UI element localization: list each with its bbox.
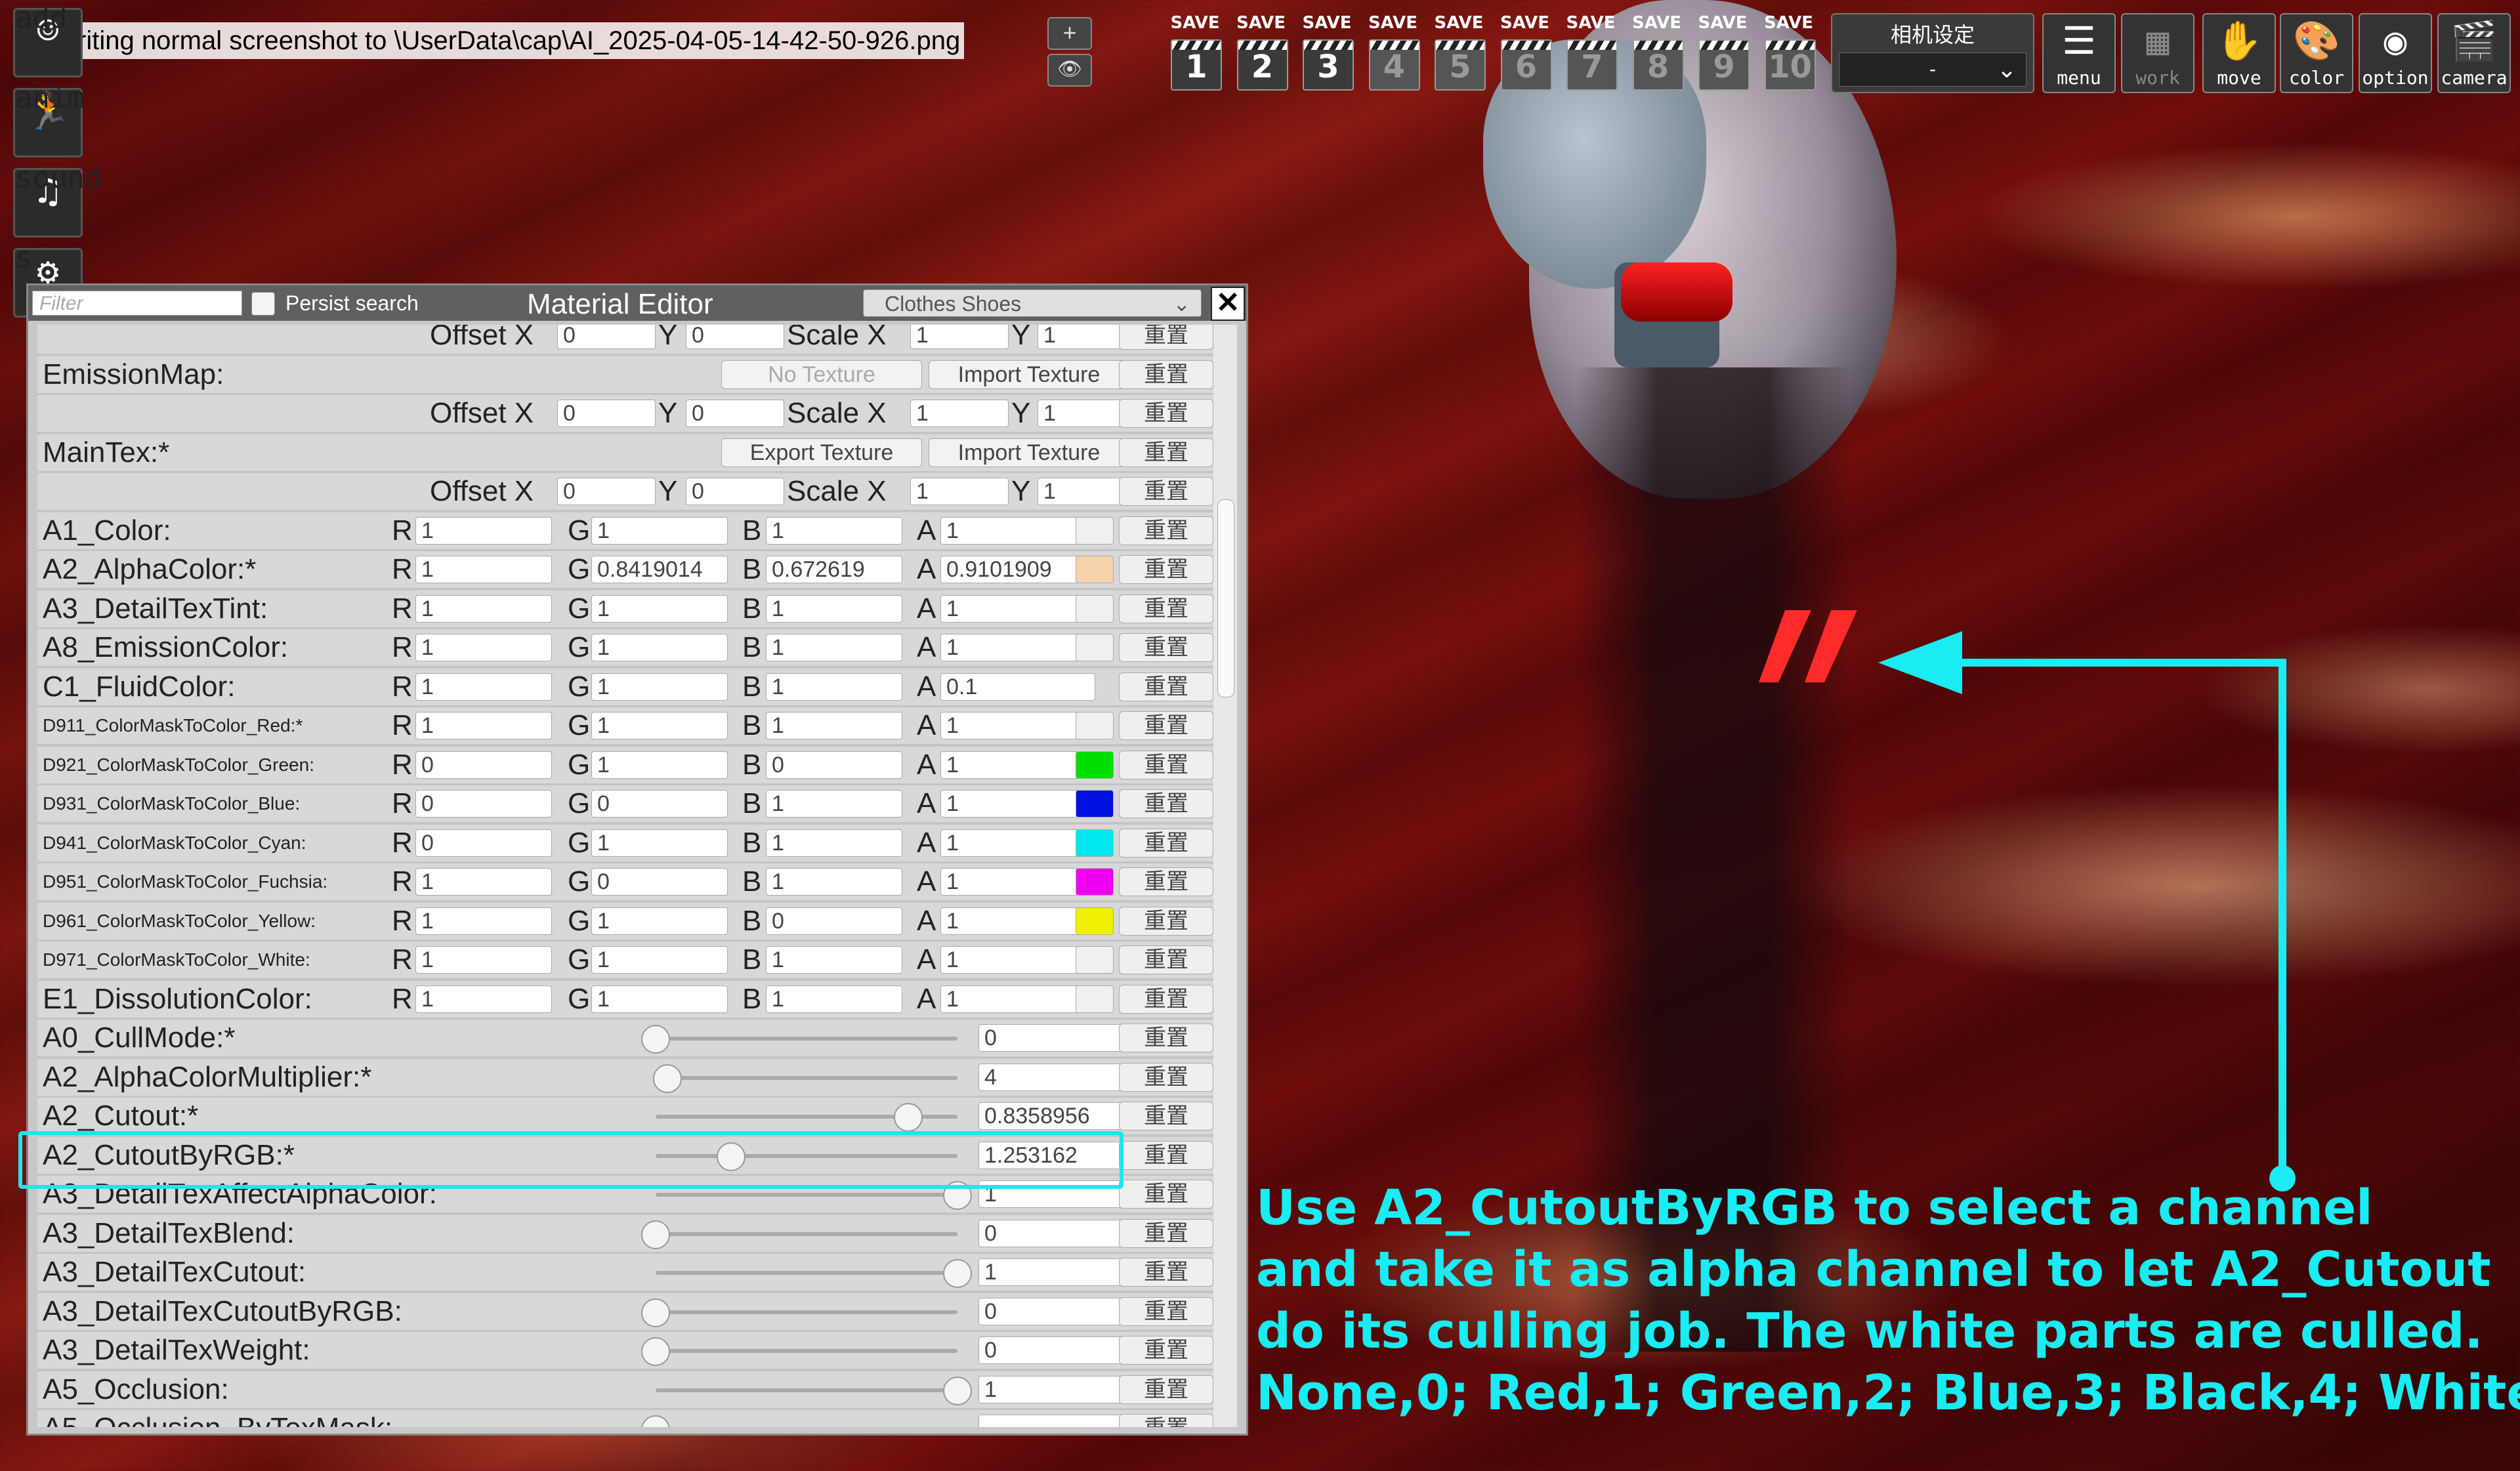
annotation-line: and take it as alpha channel to let A2_C… [1256, 1241, 2491, 1298]
annotation-line: None,0; Red,1; Green,2; Blue,3; Black,4;… [1256, 1365, 2520, 1421]
annotation-line: Use A2_CutoutByRGB to select a channel [1256, 1180, 2373, 1236]
annotation-line: do its culling job. The white parts are … [1256, 1303, 2483, 1359]
annotation-note: Use A2_CutoutByRGB to select a channel an… [1256, 1177, 2520, 1424]
